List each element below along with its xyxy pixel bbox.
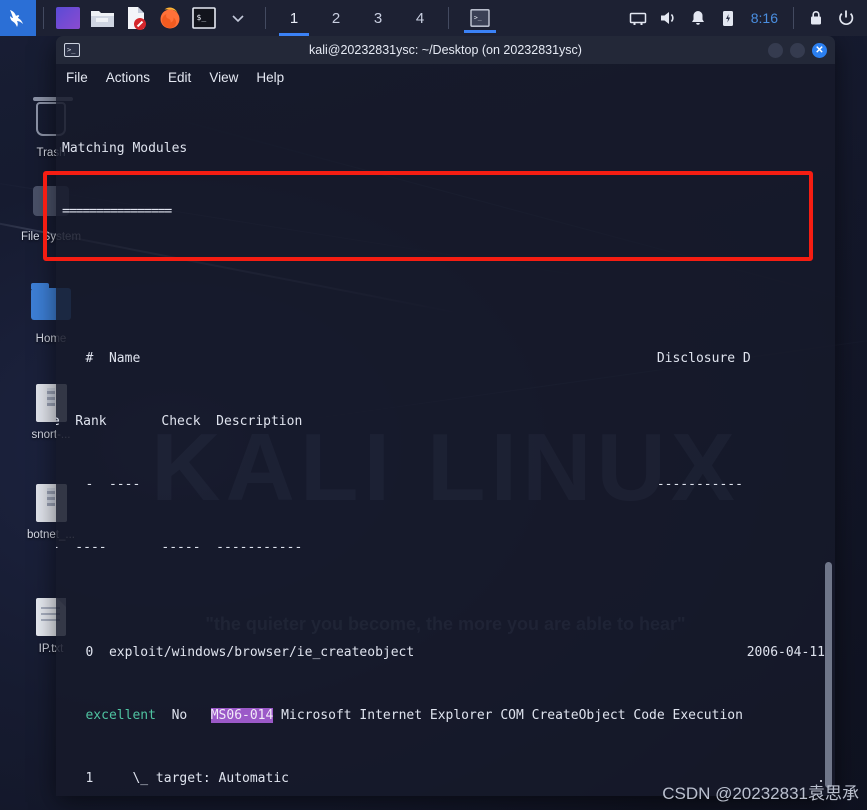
menu-item-file[interactable]: File bbox=[66, 70, 88, 85]
launcher-file-manager[interactable] bbox=[87, 3, 117, 33]
panel-divider bbox=[448, 7, 449, 29]
volume-icon[interactable] bbox=[653, 0, 683, 36]
output-blank bbox=[62, 264, 825, 285]
row-desc: Microsoft Internet Explorer COM CreateOb… bbox=[273, 708, 743, 723]
launcher-app-purple[interactable] bbox=[53, 3, 83, 33]
svg-text:>_: >_ bbox=[474, 14, 482, 22]
terminal-icon: $_ bbox=[192, 7, 216, 29]
system-tray: 8:16 bbox=[623, 0, 867, 36]
workspace-2[interactable]: 2 bbox=[321, 0, 351, 36]
top-panel: $_ 1 2 3 4 >_ 8:16 bbox=[0, 0, 867, 36]
menu-item-view[interactable]: View bbox=[209, 70, 238, 85]
terminal-output: Matching Modules ================ # Name… bbox=[56, 90, 835, 796]
network-icon[interactable] bbox=[623, 0, 653, 36]
window-controls: ✕ bbox=[768, 42, 827, 58]
row-index: 1 bbox=[62, 771, 94, 786]
menu-item-help[interactable]: Help bbox=[256, 70, 284, 85]
window-titlebar[interactable]: >_ kali@20232831ysc: ~/Desktop (on 20232… bbox=[56, 36, 835, 64]
menu-item-edit[interactable]: Edit bbox=[168, 70, 191, 85]
csdn-watermark: CSDN @20232831袁思承 bbox=[662, 784, 859, 803]
file-manager-icon bbox=[90, 11, 114, 27]
table-row: excellent No MS06-014 Microsoft Internet… bbox=[62, 705, 825, 726]
workspace-label: 4 bbox=[415, 9, 425, 27]
kali-menu-button[interactable] bbox=[0, 0, 36, 36]
workspace-4[interactable]: 4 bbox=[405, 0, 435, 36]
workspace-label: 1 bbox=[289, 9, 299, 27]
kali-dragon-icon bbox=[10, 10, 23, 27]
battery-icon[interactable] bbox=[713, 0, 743, 36]
row-index: 0 bbox=[62, 645, 94, 660]
output-col-header-2: te Rank Check Description bbox=[56, 414, 303, 429]
workspace-label: 2 bbox=[331, 9, 341, 27]
row-date: 2006-04-11 bbox=[746, 645, 825, 660]
chevron-down-icon bbox=[232, 15, 244, 23]
row-check: No bbox=[155, 708, 188, 723]
maximize-button[interactable] bbox=[790, 42, 805, 58]
launcher-overflow-chevron[interactable] bbox=[223, 3, 253, 33]
terminal-window[interactable]: >_ kali@20232831ysc: ~/Desktop (on 20232… bbox=[56, 36, 835, 796]
terminal-body[interactable]: KALI LINUX "the quieter you become, the … bbox=[56, 90, 835, 796]
row-rank: excellent bbox=[62, 708, 156, 723]
panel-divider bbox=[265, 7, 266, 29]
window-title: kali@20232831ysc: ~/Desktop (on 20232831… bbox=[309, 43, 582, 57]
output-heading-rule: ================ bbox=[62, 204, 172, 219]
bell-icon[interactable] bbox=[683, 0, 713, 36]
menu-item-actions[interactable]: Actions bbox=[106, 70, 150, 85]
launcher-terminal[interactable]: $_ bbox=[189, 3, 219, 33]
firefox-icon bbox=[160, 7, 180, 29]
panel-divider bbox=[43, 7, 44, 29]
terminal-icon: >_ bbox=[470, 9, 490, 27]
row-name: exploit/windows/browser/ie_createobject bbox=[93, 645, 415, 660]
minimize-button[interactable] bbox=[768, 42, 783, 58]
output-col-sep-1: - ---- ----------- bbox=[62, 477, 743, 492]
lock-icon[interactable] bbox=[801, 0, 831, 36]
document-blocked-icon bbox=[128, 7, 146, 30]
svg-text:$_: $_ bbox=[197, 13, 207, 22]
row-name: \_ target: Automatic bbox=[93, 771, 289, 786]
close-button[interactable]: ✕ bbox=[812, 42, 827, 58]
launcher-document-blocked[interactable] bbox=[121, 3, 151, 33]
power-icon[interactable] bbox=[831, 0, 861, 36]
row-badge: MS06-014 bbox=[210, 708, 274, 723]
table-row: 0 exploit/windows/browser/ie_createobjec… bbox=[62, 642, 825, 663]
launcher-firefox[interactable] bbox=[155, 3, 185, 33]
terminal-icon: >_ bbox=[64, 43, 80, 57]
workspace-3[interactable]: 3 bbox=[363, 0, 393, 36]
workspace-label: 3 bbox=[373, 9, 383, 27]
output-heading: Matching Modules bbox=[62, 141, 188, 156]
terminal-scrollbar[interactable] bbox=[825, 562, 832, 788]
output-col-sep-2: -- ---- ----- ----------- bbox=[56, 540, 303, 555]
output-col-header-1: # Name Disclosure D bbox=[62, 351, 751, 366]
panel-divider bbox=[793, 7, 794, 29]
clock[interactable]: 8:16 bbox=[743, 10, 786, 26]
taskbar-button-terminal[interactable]: >_ bbox=[464, 3, 496, 33]
workspace-1[interactable]: 1 bbox=[279, 0, 309, 36]
menu-bar: File Actions Edit View Help bbox=[56, 64, 835, 90]
